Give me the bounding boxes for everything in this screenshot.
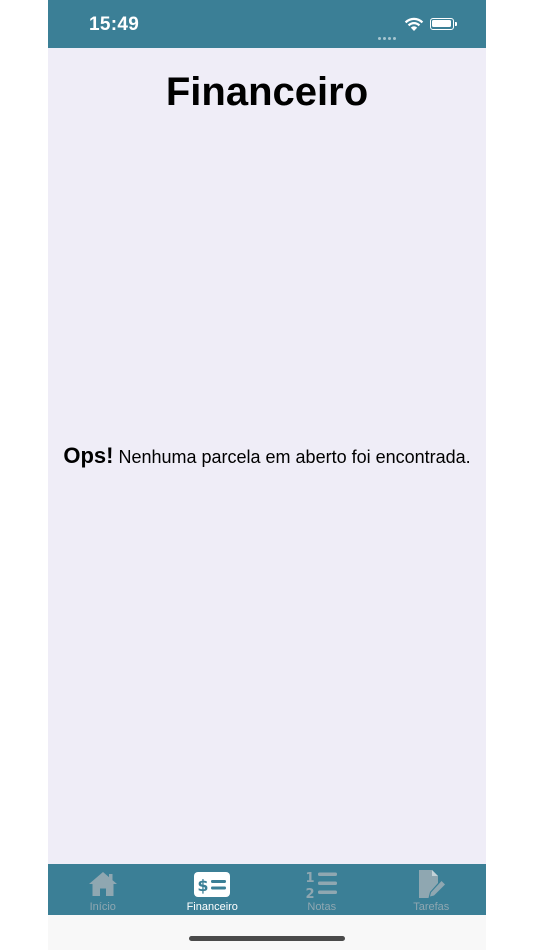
empty-state-emphasis: Ops! bbox=[63, 443, 114, 468]
battery-icon bbox=[430, 18, 454, 30]
tab-label: Financeiro bbox=[186, 901, 238, 913]
empty-state-text: Nenhuma parcela em aberto foi encontrada… bbox=[113, 447, 471, 467]
battery-tip bbox=[455, 22, 457, 26]
status-icons bbox=[378, 15, 458, 40]
svg-text:1: 1 bbox=[305, 871, 314, 886]
status-time: 15:49 bbox=[89, 14, 140, 35]
signal-dots-icon bbox=[378, 27, 400, 40]
tab-label: Início bbox=[89, 901, 116, 913]
app-screen: 15:49 Financeiro Ops! Nenhuma parcela em… bbox=[48, 0, 486, 950]
tab-notas[interactable]: 1 2 Notas bbox=[267, 864, 377, 915]
finance-icon: $ bbox=[194, 872, 231, 897]
tab-tarefas[interactable]: Tarefas bbox=[377, 864, 487, 915]
status-bar: 15:49 bbox=[48, 0, 486, 48]
empty-state-message: Ops! Nenhuma parcela em aberto foi encon… bbox=[48, 443, 486, 469]
home-indicator-area bbox=[48, 915, 486, 950]
svg-text:$: $ bbox=[198, 876, 209, 895]
tab-inicio[interactable]: Início bbox=[48, 864, 158, 915]
tab-label: Tarefas bbox=[413, 901, 450, 913]
tab-financeiro[interactable]: $ Financeiro bbox=[158, 864, 268, 915]
numbered-list-icon: 1 2 bbox=[305, 871, 337, 899]
home-icon bbox=[88, 872, 117, 896]
tab-bar: Início $ Financeiro 1 2 Notas Tarefas bbox=[48, 864, 486, 915]
tab-label: Notas bbox=[307, 901, 337, 913]
wifi-icon bbox=[404, 17, 424, 31]
home-indicator[interactable] bbox=[189, 936, 345, 941]
svg-text:2: 2 bbox=[305, 887, 314, 899]
page-title: Financeiro bbox=[165, 70, 369, 114]
document-edit-icon bbox=[419, 870, 446, 898]
